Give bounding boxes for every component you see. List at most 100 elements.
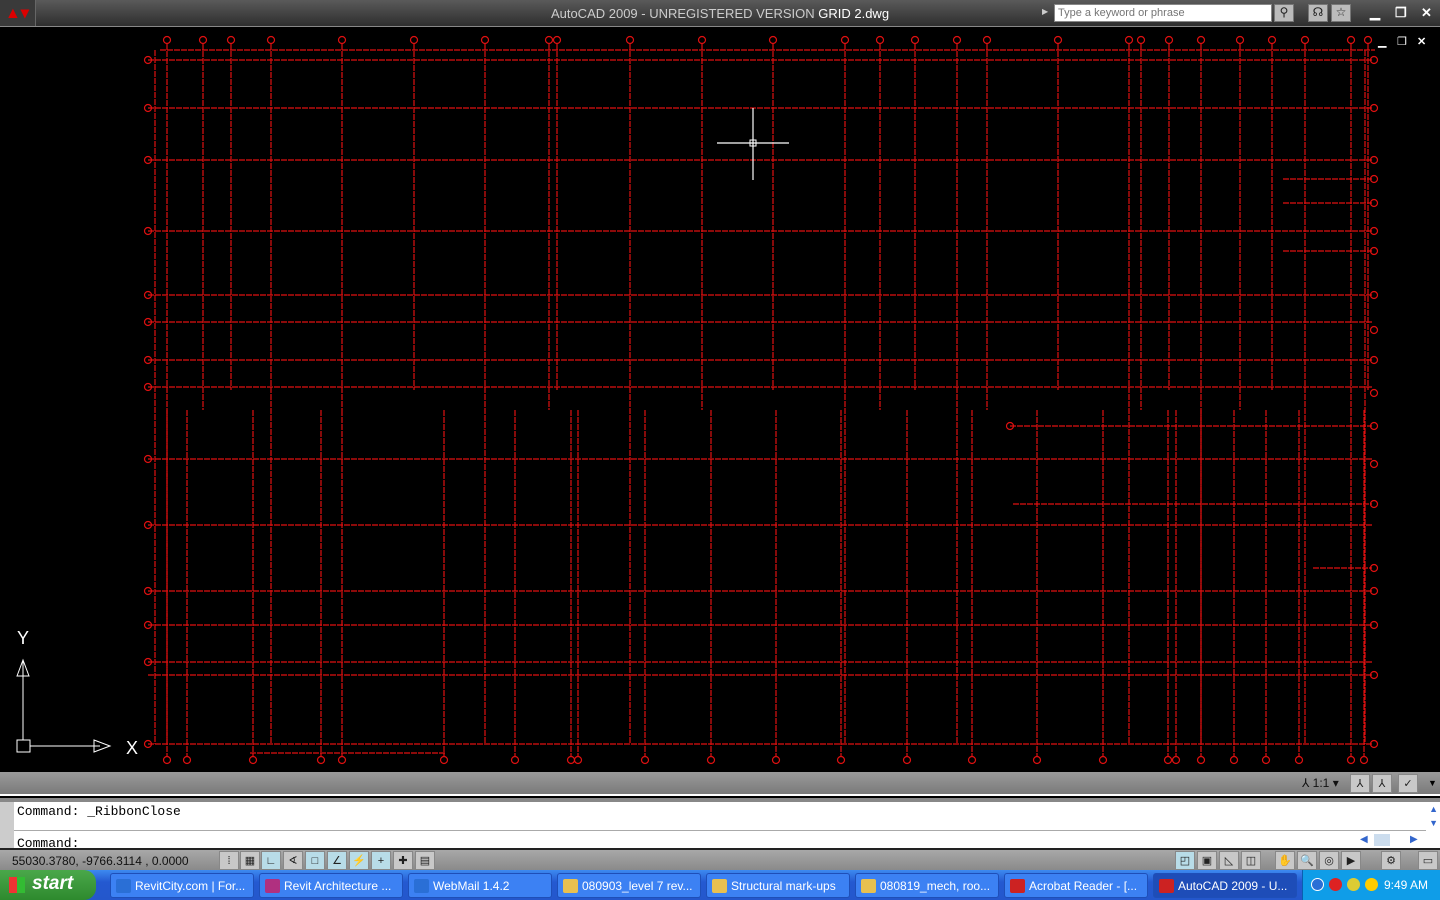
drawing-canvas[interactable]: X Y ▁ ❐ ✕ (0, 28, 1440, 772)
dynamic-input-icon[interactable]: + (371, 851, 391, 870)
app-icon (1159, 879, 1174, 893)
grid-bubble (573, 755, 583, 765)
grid-bubble (1300, 35, 1310, 45)
horizontal-scrollbar-thumb[interactable] (1374, 834, 1390, 846)
task-label: Structural mark-ups (731, 879, 836, 893)
doc-close-icon[interactable]: ✕ (1417, 35, 1426, 48)
grid-bubble (162, 35, 172, 45)
auto-scale-icon[interactable]: ⅄ (1372, 774, 1392, 793)
ortho-mode-icon[interactable]: ∟ (261, 851, 281, 870)
lineweight-icon[interactable]: ✚ (393, 851, 413, 870)
model-space-icon[interactable]: ◰ (1175, 851, 1195, 870)
polar-tracking-icon[interactable]: ∢ (283, 851, 303, 870)
app-icon (712, 879, 727, 893)
annotation-scale[interactable]: ⅄ 1:1 ▾ (1302, 776, 1339, 790)
autocad-task[interactable]: AutoCAD 2009 - U... (1153, 873, 1297, 898)
grid-bubble (1171, 755, 1181, 765)
search-icon[interactable]: ⚲ (1274, 4, 1294, 22)
grid-bubble (1229, 755, 1239, 765)
mech-folder-task[interactable]: 080819_mech, roo... (855, 873, 999, 898)
structural-markups-task[interactable]: Structural mark-ups (706, 873, 850, 898)
quick-properties-icon[interactable]: ▤ (415, 851, 435, 870)
steering-wheel-icon[interactable]: ◎ (1319, 851, 1339, 870)
pan-icon[interactable]: ✋ (1275, 851, 1295, 870)
app-icon (563, 879, 578, 893)
doc-minimize-icon[interactable]: ▁ (1378, 35, 1386, 48)
grid-bubble (439, 755, 449, 765)
acrobat-task[interactable]: Acrobat Reader - [... (1004, 873, 1148, 898)
grid-bubble (544, 35, 554, 45)
level7-folder-task[interactable]: 080903_level 7 rev... (557, 873, 701, 898)
grid-bubble (640, 755, 650, 765)
coordinate-readout[interactable]: 55030.3780, -9766.3114 , 0.0000 (12, 854, 189, 868)
grid-bubble (706, 755, 716, 765)
grid-bubble (1369, 325, 1379, 335)
layout1-icon[interactable]: ▣ (1197, 851, 1217, 870)
scroll-left-icon[interactable]: ◀ (1360, 834, 1368, 845)
favorites-star-icon[interactable]: ☆ (1331, 4, 1351, 22)
dynamic-ucs-icon[interactable]: ⚡ (349, 851, 369, 870)
grid-bubble (162, 755, 172, 765)
grid-bubble (566, 755, 576, 765)
tray-expand-icon[interactable] (1311, 878, 1324, 891)
ucs-y-label: Y (17, 628, 29, 648)
scroll-down-icon[interactable]: ▼ (1429, 818, 1438, 828)
app-icon (414, 879, 429, 893)
command-window[interactable]: Command: _RibbonClose Command: ▲ ▼ ◀ ▶ (0, 798, 1440, 851)
tray-settings-icon[interactable]: ✓ (1398, 774, 1418, 793)
grid-bubble (967, 755, 977, 765)
grid-bubble (836, 755, 846, 765)
webmail-task[interactable]: WebMail 1.4.2 (408, 873, 552, 898)
communication-center-icon[interactable]: ☊ (1308, 4, 1328, 22)
grid-bubble (1267, 35, 1277, 45)
grid-bubble (875, 35, 885, 45)
grid-bubble (910, 35, 920, 45)
command-grip[interactable] (0, 802, 14, 848)
shield-icon[interactable] (1365, 878, 1378, 891)
zoom-icon[interactable]: 🔍 (1297, 851, 1317, 870)
grid-bubble (1346, 35, 1356, 45)
grid-bubble (902, 755, 912, 765)
app-icon (265, 879, 280, 893)
keys-icon[interactable] (1347, 878, 1360, 891)
expand-arrow-icon[interactable]: ▶ (1042, 7, 1048, 16)
security-alert-icon[interactable] (1329, 878, 1342, 891)
doc-restore-icon[interactable]: ❐ (1397, 35, 1407, 48)
grid-display-icon[interactable]: ▦ (240, 851, 260, 870)
app-icon (116, 879, 131, 893)
object-snap-icon[interactable]: □ (305, 851, 325, 870)
close-icon[interactable]: ✕ (1421, 5, 1432, 21)
restore-icon[interactable]: ❐ (1395, 5, 1407, 21)
scroll-up-icon[interactable]: ▲ (1429, 804, 1438, 814)
quick-view-layouts-icon[interactable]: ◫ (1241, 851, 1261, 870)
clean-screen-icon[interactable]: ▭ (1418, 851, 1438, 870)
grid-bubble (768, 35, 778, 45)
showmotion-icon[interactable]: ▶ (1341, 851, 1361, 870)
scroll-right-icon[interactable]: ▶ (1410, 834, 1418, 845)
grid-bubble (1294, 755, 1304, 765)
task-label: AutoCAD 2009 - U... (1178, 879, 1288, 893)
system-tray: 9:49 AM (1302, 870, 1440, 900)
workspace-switching-icon[interactable]: ⚙ (1381, 851, 1401, 870)
grid-bubble (226, 35, 236, 45)
grid-bubble (1098, 755, 1108, 765)
status-menu-arrow-icon[interactable]: ▼ (1428, 778, 1437, 788)
help-search-input[interactable] (1054, 4, 1272, 22)
grid-bubble (248, 755, 258, 765)
ucs-x-label: X (126, 738, 138, 758)
start-label: start (32, 873, 74, 894)
layout2-icon[interactable]: ◺ (1219, 851, 1239, 870)
object-snap-tracking-icon[interactable]: ∠ (327, 851, 347, 870)
grid-bubble (1369, 388, 1379, 398)
annotation-visibility-icon[interactable]: ⅄ (1350, 774, 1370, 793)
minimize-icon[interactable]: ▁ (1370, 5, 1380, 21)
revitcity-task[interactable]: RevitCity.com | For... (110, 873, 254, 898)
revit-architecture-task[interactable]: Revit Architecture ... (259, 873, 403, 898)
task-label: RevitCity.com | For... (135, 879, 246, 893)
clock: 9:49 AM (1383, 878, 1428, 892)
grid-bubble (952, 35, 962, 45)
grid-bubble (480, 35, 490, 45)
start-button[interactable]: start (0, 870, 96, 900)
snap-mode-icon[interactable]: ⁞ (219, 851, 239, 870)
grid-bubble (198, 35, 208, 45)
